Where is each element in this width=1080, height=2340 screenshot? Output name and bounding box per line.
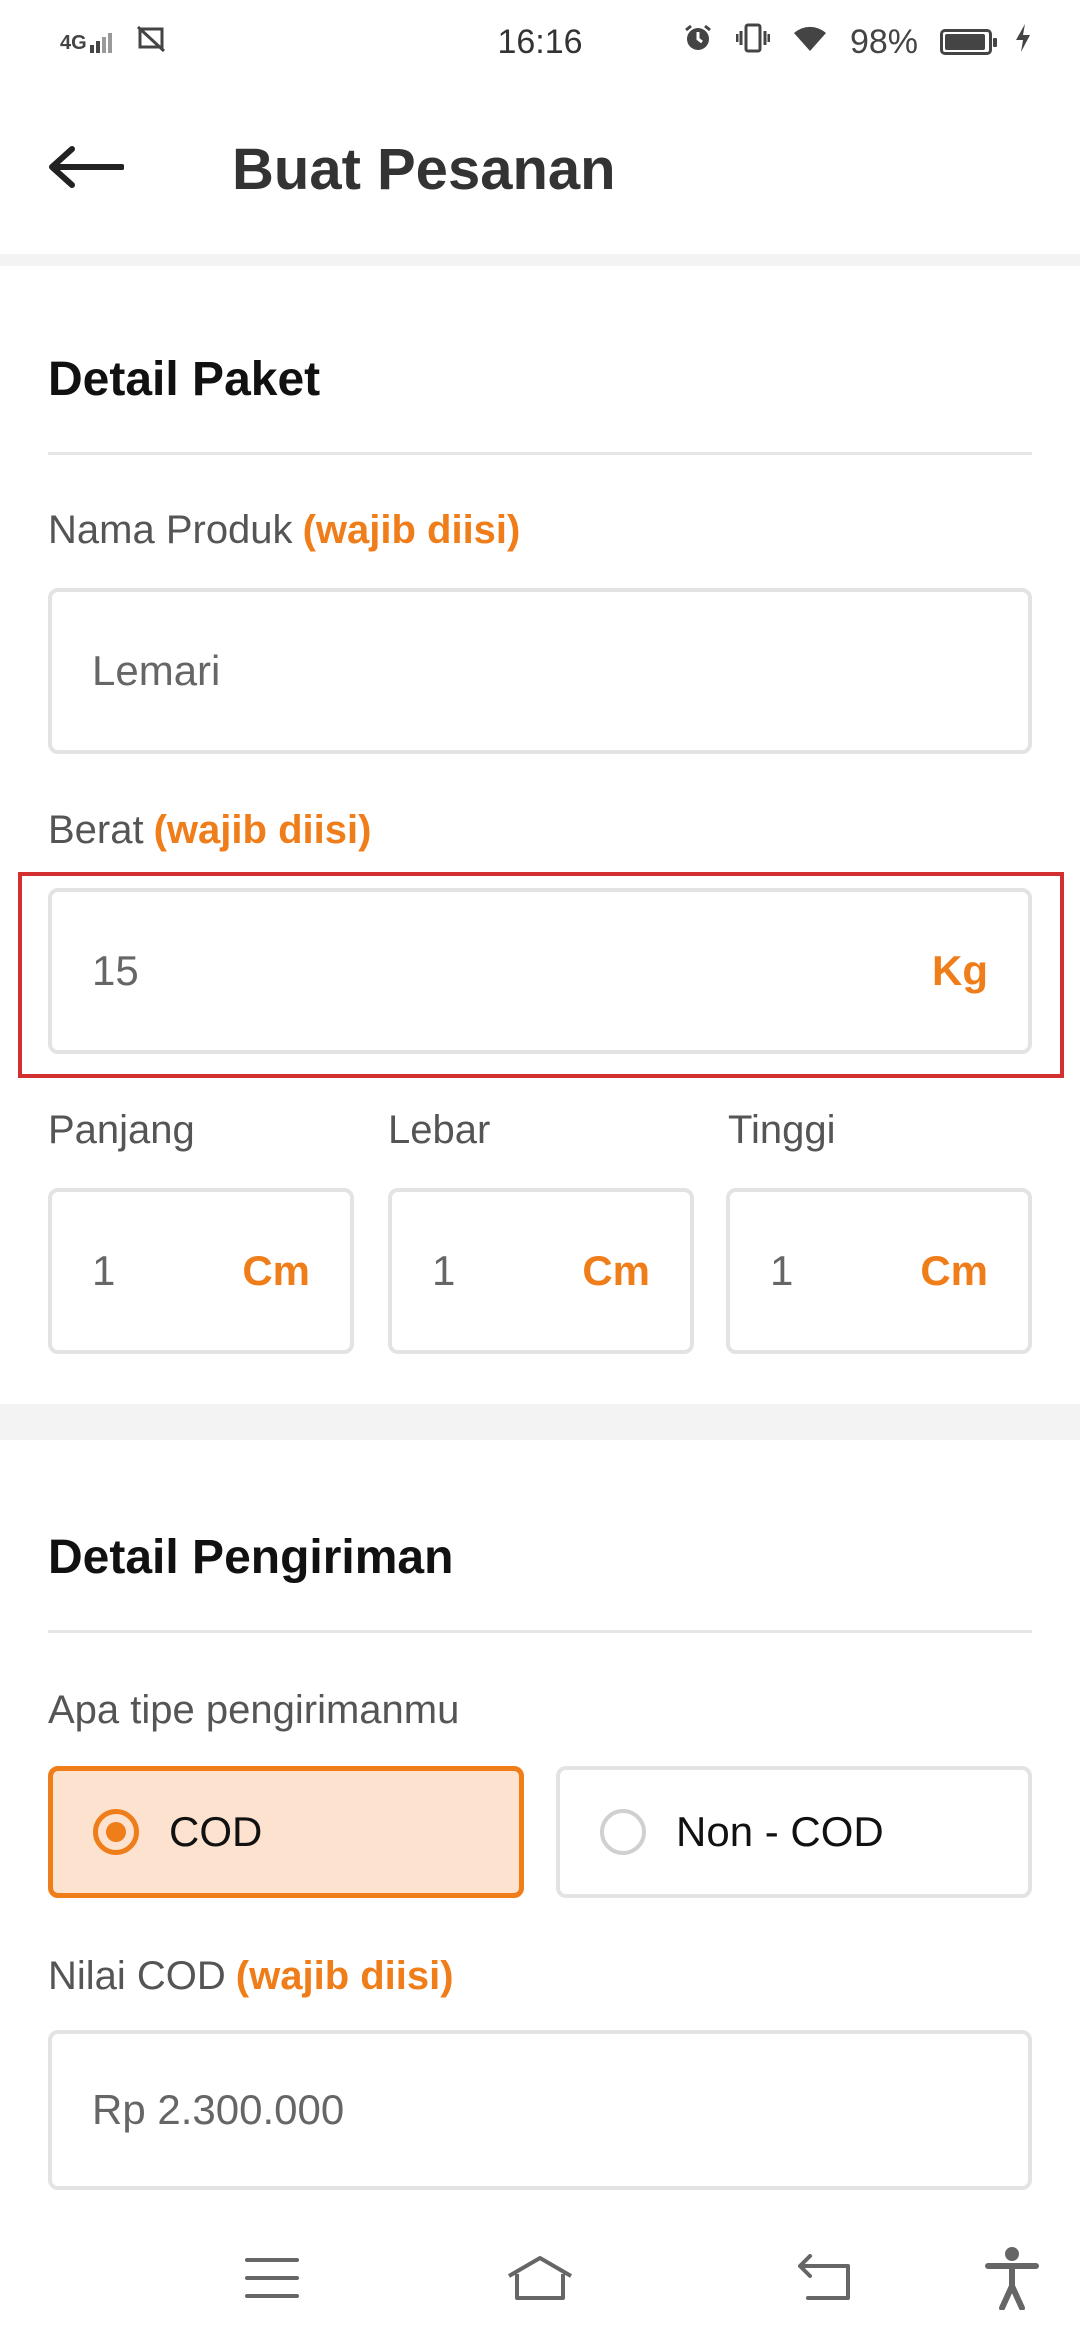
page-title: Buat Pesanan [232,136,616,202]
system-nav-bar [0,2220,1080,2340]
section-divider [48,452,1032,455]
back-nav-button[interactable] [764,2220,884,2340]
back-button[interactable] [48,139,128,199]
non-cod-option[interactable]: Non - COD [556,1766,1032,1898]
cod-value-input[interactable]: Rp 2.300.000 [48,2030,1032,2190]
app-bar: Buat Pesanan [0,84,1080,254]
cod-value-label: Nilai COD (wajib diisi) [48,1954,454,1999]
home-button[interactable] [480,2220,600,2340]
product-name-label-text: Nama Produk [48,508,293,552]
height-unit: Cm [920,1247,988,1294]
vibrate-icon [735,22,771,63]
back-icon [794,2253,854,2307]
weight-value: 15 [92,947,139,994]
width-unit: Cm [582,1247,650,1294]
non-cod-option-label: Non - COD [676,1808,884,1855]
weight-label: Berat (wajib diisi) [48,808,371,853]
wifi-icon [792,23,828,62]
width-label: Lebar [388,1108,491,1152]
height-value: 1 [770,1247,794,1294]
length-input[interactable]: 1 Cm [48,1188,354,1354]
product-name-value: Lemari [92,647,221,694]
required-hint: (wajib diisi) [235,1954,454,1998]
section-separator [0,1404,1080,1440]
radio-unselected-icon [600,1809,646,1855]
battery-icon [940,29,997,55]
cod-value: Rp 2.300.000 [92,2086,345,2133]
weight-input[interactable]: 15 Kg [48,888,1032,1054]
length-label: Panjang [48,1108,195,1152]
weight-unit: Kg [932,947,988,994]
height-input[interactable]: 1 Cm [726,1188,1032,1354]
cod-option[interactable]: COD [48,1766,524,1898]
menu-button[interactable] [212,2220,332,2340]
package-section-title: Detail Paket [48,353,321,406]
arrow-left-icon [48,145,125,194]
cod-value-label-text: Nilai COD [48,1954,226,1998]
status-bar: 4G 16:16 98% [0,0,1080,84]
required-hint: (wajib diisi) [302,508,521,552]
network-type: 4G [60,32,87,54]
status-left: 4G [60,23,166,62]
radio-selected-icon [93,1809,139,1855]
status-right: 98% [682,22,1032,63]
charging-icon [1014,23,1032,62]
length-value: 1 [92,1247,116,1294]
accessibility-icon [984,2246,1040,2315]
shipping-section-title: Detail Pengiriman [48,1531,454,1584]
cod-option-label: COD [169,1808,263,1855]
width-value: 1 [432,1247,456,1294]
product-name-label: Nama Produk (wajib diisi) [48,508,520,553]
width-input[interactable]: 1 Cm [388,1188,694,1354]
accessibility-button[interactable] [952,2220,1072,2340]
header-divider [0,254,1080,266]
menu-icon [245,2256,299,2305]
height-label: Tinggi [728,1108,836,1152]
screenshot-icon [136,23,166,62]
section-divider [48,1630,1032,1633]
shipping-type-label: Apa tipe pengirimanmu [48,1688,460,1732]
alarm-icon [682,22,714,63]
length-unit: Cm [242,1247,310,1294]
weight-label-text: Berat [48,808,144,852]
battery-percent: 98% [849,22,918,61]
product-name-input[interactable]: Lemari [48,588,1032,754]
signal-icon: 4G [60,31,114,53]
home-icon [505,2254,575,2307]
required-hint: (wajib diisi) [153,808,372,852]
